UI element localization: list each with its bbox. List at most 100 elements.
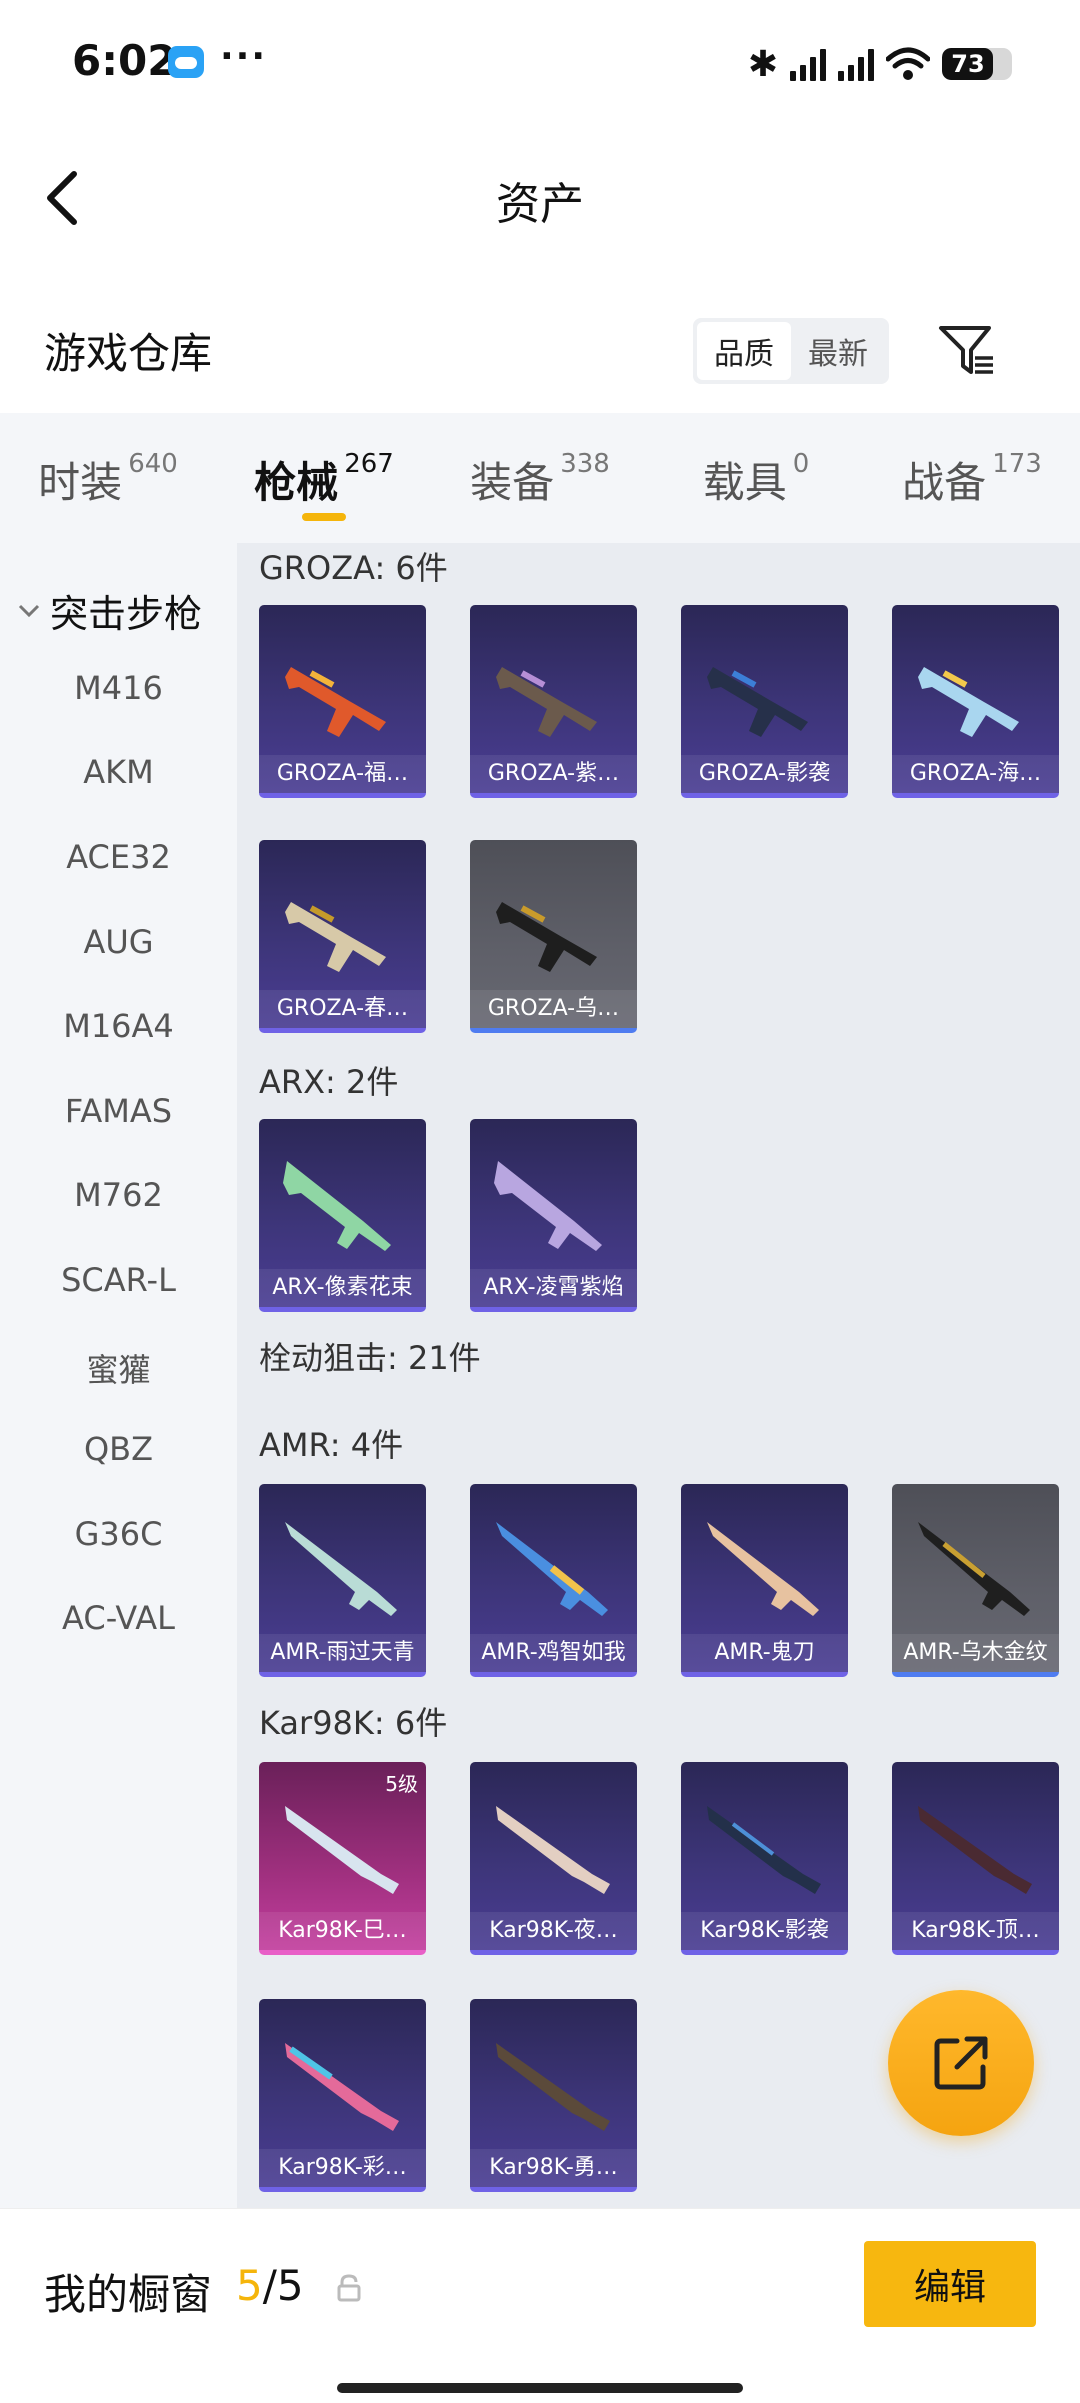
- skin-name: AMR-鬼刀: [681, 1634, 848, 1672]
- tab-equipment[interactable]: 装备 338: [432, 413, 648, 543]
- section-label-amr: AMR: 4件: [259, 1426, 404, 1464]
- skin-card[interactable]: Kar98K-勇…: [470, 1999, 637, 2192]
- signal-icon-2: [838, 47, 874, 81]
- rifle-image: [494, 1161, 602, 1251]
- showcase-bar: 我的橱窗 5/5 编辑: [0, 2208, 1080, 2403]
- external-link-icon: [934, 2036, 988, 2090]
- sidebar-item-m416[interactable]: M416: [0, 669, 237, 707]
- tab-vehicles[interactable]: 载具 0: [648, 413, 864, 543]
- home-indicator[interactable]: [337, 2383, 743, 2393]
- skin-name: Kar98K-彩…: [259, 2149, 426, 2187]
- lock-icon: [337, 2274, 361, 2302]
- skin-name: Kar98K-影袭: [681, 1912, 848, 1950]
- tab-label: 枪械: [254, 458, 339, 507]
- skin-card[interactable]: GROZA-海…: [892, 605, 1059, 798]
- rifle-image: [285, 2043, 399, 2131]
- skin-name: Kar98K-勇…: [470, 2149, 637, 2187]
- section-label-groza: GROZA: 6件: [259, 549, 448, 587]
- app-header: 资产: [0, 130, 1080, 260]
- signal-icon: [790, 47, 826, 81]
- skin-card[interactable]: Kar98K-影袭: [681, 1762, 848, 1955]
- sidebar-item-famas[interactable]: FAMAS: [0, 1092, 237, 1130]
- sidebar-item-akm[interactable]: AKM: [0, 753, 237, 791]
- skin-name: AMR-鸡智如我: [470, 1634, 637, 1672]
- rifle-image: [285, 1806, 399, 1894]
- sort-toggle: 品质 最新: [693, 318, 889, 384]
- tab-supplies[interactable]: 战备 173: [864, 413, 1080, 543]
- share-fab-button[interactable]: [888, 1990, 1034, 2136]
- sidebar-item-qbz[interactable]: QBZ: [0, 1430, 237, 1468]
- category-tabs: 时装 640 枪械 267 装备 338 载具 0 战备 173: [0, 413, 1080, 543]
- skin-card[interactable]: GROZA-福…: [259, 605, 426, 798]
- rifle-image: [285, 902, 386, 972]
- sidebar-item-ace32[interactable]: ACE32: [0, 838, 237, 876]
- warehouse-header: 游戏仓库 品质 最新: [0, 290, 1080, 400]
- rifle-image: [918, 1522, 1030, 1616]
- battery-icon: 73: [942, 48, 1012, 80]
- skin-name: GROZA-乌…: [470, 990, 637, 1028]
- sidebar-item-honey-badger[interactable]: 蜜獾: [0, 1345, 237, 1391]
- skin-name: Kar98K-夜…: [470, 1912, 637, 1950]
- skin-name: GROZA-春…: [259, 990, 426, 1028]
- edit-button[interactable]: 编辑: [864, 2241, 1036, 2327]
- tab-label: 战备: [902, 458, 987, 507]
- skin-card[interactable]: ARX-像素花束: [259, 1119, 426, 1312]
- skin-card[interactable]: Kar98K-顶…: [892, 1762, 1059, 1955]
- status-bar: 6:02 ··· ✱ 73: [0, 0, 1080, 130]
- showcase-label: 我的橱窗: [44, 2270, 213, 2319]
- rifle-image: [283, 1161, 391, 1251]
- skin-card[interactable]: GROZA-影袭: [681, 605, 848, 798]
- skin-card[interactable]: Kar98K-彩…: [259, 1999, 426, 2192]
- rifle-image: [707, 1522, 819, 1616]
- tab-count: 338: [560, 449, 610, 479]
- rifle-image: [496, 1522, 608, 1616]
- section-label-bolt-action: 栓动狙击: 21件: [259, 1339, 481, 1377]
- tab-count: 267: [344, 449, 394, 479]
- skin-card[interactable]: AMR-乌木金纹: [892, 1484, 1059, 1677]
- weapon-grid: GROZA: 6件 GROZA-福… GROZA-紫… GROZA-影袭 GRO…: [237, 543, 1080, 2208]
- rifle-image: [496, 1806, 610, 1894]
- sidebar-group-assault-rifles[interactable]: 突击步枪: [18, 583, 202, 638]
- tab-count: 173: [992, 449, 1042, 479]
- more-notifications-icon: ···: [220, 36, 268, 77]
- showcase-current: 5: [236, 2261, 263, 2310]
- skin-name: Kar98K-顶…: [892, 1912, 1059, 1950]
- sidebar-item-aug[interactable]: AUG: [0, 923, 237, 961]
- warehouse-title: 游戏仓库: [44, 329, 213, 378]
- skin-card[interactable]: ARX-凌霄紫焰: [470, 1119, 637, 1312]
- tab-fashion[interactable]: 时装 640: [0, 413, 216, 543]
- status-time: 6:02: [72, 36, 177, 85]
- skin-name: GROZA-紫…: [470, 755, 637, 793]
- skin-card[interactable]: AMR-鬼刀: [681, 1484, 848, 1677]
- skin-card[interactable]: AMR-雨过天青: [259, 1484, 426, 1677]
- sort-newest-button[interactable]: 最新: [791, 322, 885, 380]
- tab-firearms[interactable]: 枪械 267: [216, 413, 432, 543]
- rifle-image: [918, 667, 1019, 737]
- skin-card[interactable]: GROZA-乌…: [470, 840, 637, 1033]
- sidebar-item-g36c[interactable]: G36C: [0, 1515, 237, 1553]
- skin-card[interactable]: GROZA-春…: [259, 840, 426, 1033]
- skin-card[interactable]: 5级 Kar98K-巳…: [259, 1762, 426, 1955]
- cloud-app-icon: [168, 46, 204, 78]
- weapon-sidebar: 突击步枪 M416 AKM ACE32 AUG M16A4 FAMAS M762…: [0, 543, 237, 2208]
- showcase-total: /5: [262, 2261, 304, 2310]
- rifle-image: [496, 902, 597, 972]
- rifle-image: [496, 667, 597, 737]
- rifle-image: [707, 667, 808, 737]
- rifle-image: [707, 1806, 821, 1894]
- tab-label: 时装: [38, 458, 123, 507]
- bluetooth-icon: ✱: [747, 43, 778, 85]
- sort-quality-button[interactable]: 品质: [697, 322, 791, 380]
- skin-card[interactable]: Kar98K-夜…: [470, 1762, 637, 1955]
- tab-label: 载具: [702, 458, 787, 507]
- skin-card[interactable]: GROZA-紫…: [470, 605, 637, 798]
- sidebar-item-m16a4[interactable]: M16A4: [0, 1007, 237, 1045]
- skin-name: AMR-雨过天青: [259, 1634, 426, 1672]
- skin-card[interactable]: AMR-鸡智如我: [470, 1484, 637, 1677]
- rifle-image: [918, 1806, 1032, 1894]
- sidebar-item-ac-val[interactable]: AC-VAL: [0, 1599, 237, 1637]
- sidebar-item-scar-l[interactable]: SCAR-L: [0, 1261, 237, 1299]
- filter-icon[interactable]: [935, 318, 1001, 384]
- sidebar-item-m762[interactable]: M762: [0, 1176, 237, 1214]
- section-label-kar98k: Kar98K: 6件: [259, 1704, 448, 1742]
